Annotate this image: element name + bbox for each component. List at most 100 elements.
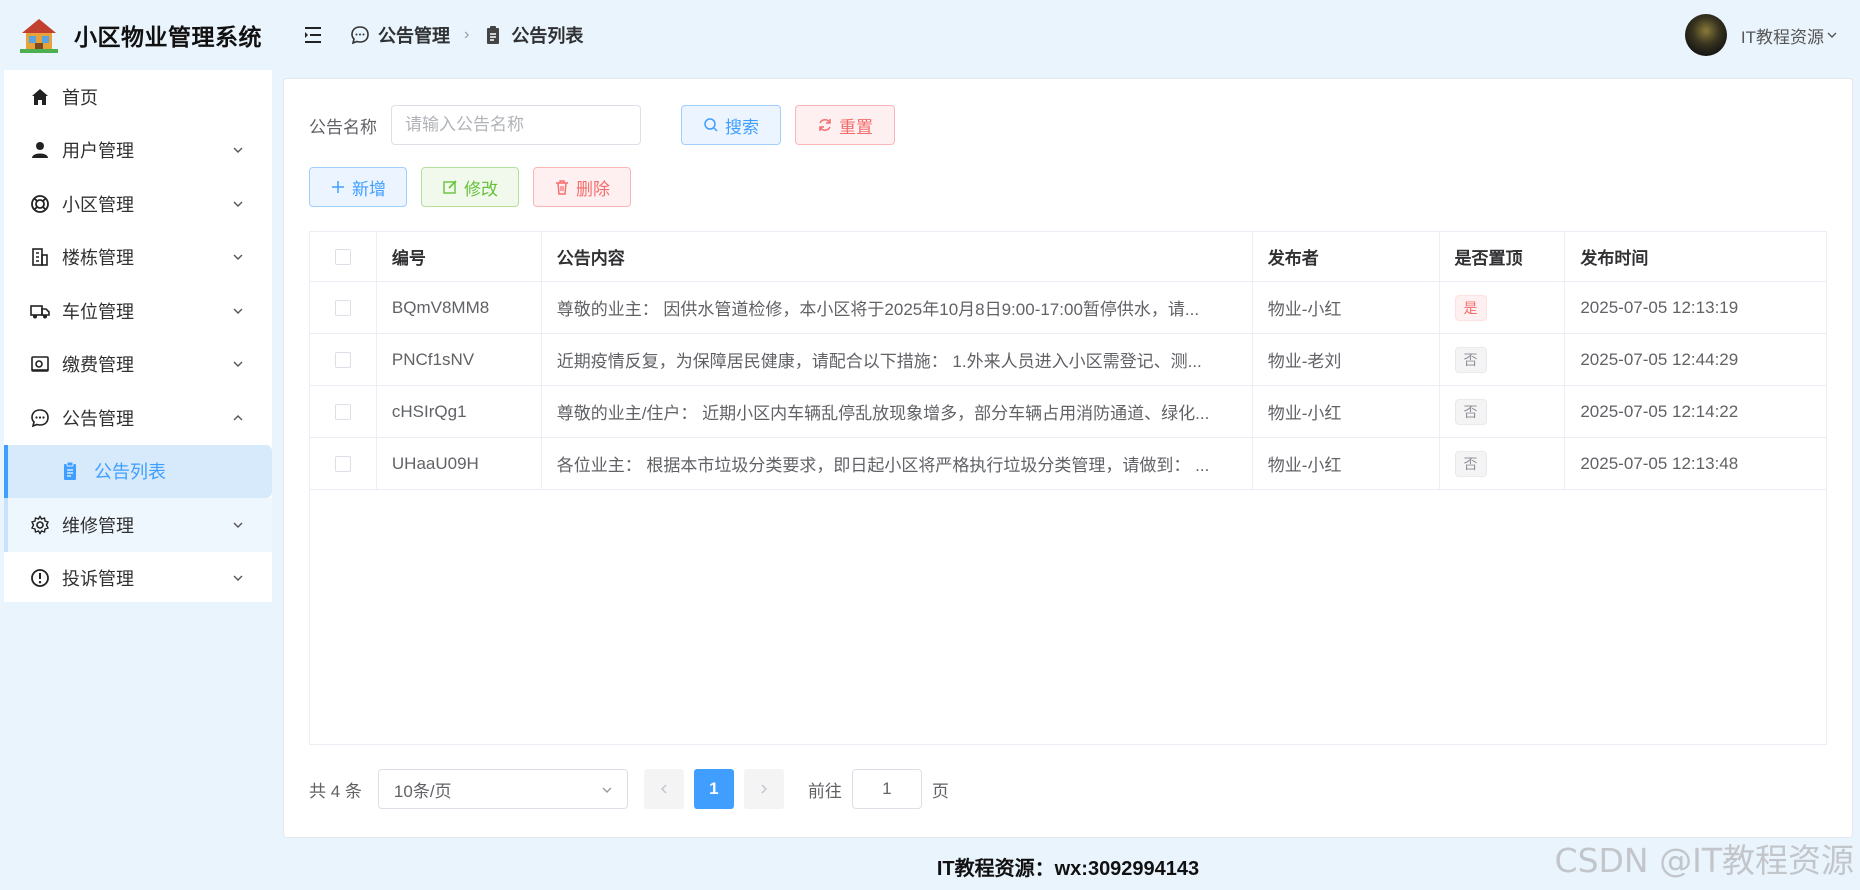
chevron-left-icon <box>660 784 667 794</box>
edit-button-label: 修改 <box>464 179 498 199</box>
sidebar-item-building[interactable]: 楼栋管理 <box>4 231 272 285</box>
sidebar-item-notice-list[interactable]: 公告列表 <box>4 444 272 498</box>
sidebar-menu: 首页 用户管理 小区管理 楼栋管理 车位管理 缴费管理 公告管理 公告列表 维修… <box>4 70 272 602</box>
search-button[interactable]: 搜索 <box>681 105 781 145</box>
reset-button[interactable]: 重置 <box>795 105 895 145</box>
row-select-cell <box>310 438 377 489</box>
chevron-down-icon <box>233 575 243 582</box>
cell-content: 尊敬的业主： 因供水管道检修，本小区将于2025年10月8日9:00-17:00… <box>542 282 1253 333</box>
cell-time: 2025-07-05 12:14:22 <box>1580 401 1739 421</box>
top-header: 公告管理 › 公告列表 IT教程资源 <box>276 0 1860 70</box>
user-name[interactable]: IT教程资源 <box>1741 23 1824 48</box>
sidebar-item-notice[interactable]: 公告管理 <box>4 391 272 445</box>
breadcrumb-item[interactable]: 公告管理 <box>378 22 450 48</box>
main-card: 公告名称 搜索 重置 新增 修改 删除 编号 公告内容 发布者 <box>283 78 1853 838</box>
sidebar-item-label: 缴费管理 <box>62 355 134 376</box>
table-row[interactable]: PNCf1sNV 近期疫情反复，为保障居民健康，请配合以下措施： 1.外来人员进… <box>310 334 1826 386</box>
chevron-down-icon <box>233 361 243 368</box>
sidebar-item-label: 投诉管理 <box>62 569 134 590</box>
table-row[interactable]: UHaaU09H 各位业主： 根据本市垃圾分类要求，即日起小区将严格执行垃圾分类… <box>310 438 1826 490</box>
house-logo-icon <box>20 19 58 53</box>
chevron-up-icon <box>233 414 243 421</box>
user-menu[interactable]: IT教程资源 <box>1684 14 1838 56</box>
cell-time: 2025-07-05 12:13:19 <box>1580 297 1739 317</box>
cell-pinned: 否 <box>1440 386 1566 437</box>
cell-content-text: 各位业主： 根据本市垃圾分类要求，即日起小区将严格执行垃圾分类管理，请做到： .… <box>556 456 1210 475</box>
clipboard-icon <box>58 459 82 483</box>
trash-icon <box>556 180 568 195</box>
sidebar-item-payment[interactable]: 缴费管理 <box>4 338 272 392</box>
clipboard-icon <box>487 26 500 44</box>
edit-button[interactable]: 修改 <box>421 167 519 207</box>
sidebar-item-label: 车位管理 <box>62 301 134 322</box>
sidebar: 小区物业管理系统 首页 用户管理 小区管理 楼栋管理 车位管理 缴费管理 公告管… <box>0 0 276 890</box>
sidebar-item-label: 小区管理 <box>62 194 134 215</box>
chevron-down-icon <box>1827 32 1837 38</box>
row-checkbox[interactable] <box>334 351 351 368</box>
sidebar-item-label: 公告列表 <box>94 462 166 483</box>
goto-page-input[interactable] <box>851 769 922 809</box>
cell-publisher: 物业-小红 <box>1253 386 1440 437</box>
breadcrumb-separator: › <box>464 26 470 43</box>
add-button-label: 新增 <box>352 179 386 199</box>
page-size-select[interactable]: 10条/页 <box>377 769 628 809</box>
chat-icon <box>351 26 369 45</box>
row-select-cell <box>310 282 377 333</box>
cell-id: cHSIrQg1 <box>377 386 542 437</box>
delete-button-label: 删除 <box>576 179 610 199</box>
row-checkbox[interactable] <box>334 299 351 316</box>
column-header: 编号 <box>377 232 542 281</box>
watermark: CSDN @IT教程资源 <box>1554 841 1854 880</box>
select-all-checkbox[interactable] <box>334 248 351 265</box>
cell-content-text: 尊敬的业主： 因供水管道检修，本小区将于2025年10月8日9:00-17:00… <box>556 300 1200 319</box>
cell-publisher: 物业-小红 <box>1253 282 1440 333</box>
edit-icon <box>443 180 457 194</box>
breadcrumb-item: 公告列表 <box>511 26 584 46</box>
table-row[interactable]: cHSIrQg1 尊敬的业主/住户： 近期小区内车辆乱停乱放现象增多，部分车辆占… <box>310 386 1826 438</box>
sidebar-item-label: 用户管理 <box>62 141 134 162</box>
column-header: 发布者 <box>1253 232 1440 281</box>
truck-icon <box>28 299 52 323</box>
search-label: 公告名称 <box>309 117 377 137</box>
sidebar-item-parking[interactable]: 车位管理 <box>4 284 272 338</box>
chevron-down-icon <box>233 254 243 261</box>
chevron-right-icon <box>761 784 767 794</box>
notice-name-input[interactable] <box>391 105 641 145</box>
search-icon <box>704 118 718 132</box>
wallet-icon <box>28 352 52 376</box>
cell-id: BQmV8MM8 <box>377 282 542 333</box>
sidebar-item-complaint[interactable]: 投诉管理 <box>4 552 272 606</box>
pinned-tag: 否 <box>1454 398 1487 425</box>
avatar[interactable] <box>1684 14 1727 56</box>
cell-time: 2025-07-05 12:13:48 <box>1580 453 1739 473</box>
sidebar-item-home[interactable]: 首页 <box>4 70 272 124</box>
page-number-current[interactable]: 1 <box>693 769 734 809</box>
sidebar-item-community[interactable]: 小区管理 <box>4 177 272 231</box>
row-checkbox[interactable] <box>334 403 351 420</box>
table-header-row: 编号 公告内容 发布者 是否置顶 发布时间 <box>310 232 1826 282</box>
pinned-tag: 否 <box>1454 346 1487 373</box>
delete-button[interactable]: 删除 <box>533 167 631 207</box>
sidebar-item-label: 楼栋管理 <box>62 248 134 269</box>
next-page-button[interactable] <box>743 769 784 809</box>
table-row[interactable]: BQmV8MM8 尊敬的业主： 因供水管道检修，本小区将于2025年10月8日9… <box>310 282 1826 334</box>
row-checkbox[interactable] <box>334 455 351 472</box>
cell-content-text: 尊敬的业主/住户： 近期小区内车辆乱停乱放现象增多，部分车辆占用消防通道、绿化.… <box>556 404 1210 423</box>
cell-publisher: 物业-小红 <box>1253 438 1440 489</box>
pinned-tag: 否 <box>1454 450 1487 477</box>
row-select-cell <box>310 334 377 385</box>
row-select-cell <box>310 386 377 437</box>
user-icon <box>28 138 52 162</box>
sidebar-item-repair[interactable]: 维修管理 <box>4 498 272 552</box>
app-title: 小区物业管理系统 <box>74 24 262 50</box>
cell-content-text: 近期疫情反复，为保障居民健康，请配合以下措施： 1.外来人员进入小区需登记、测.… <box>556 352 1202 371</box>
add-button[interactable]: 新增 <box>309 167 407 207</box>
gear-icon <box>28 513 52 537</box>
menu-fold-icon[interactable] <box>302 24 324 46</box>
prev-page-button[interactable] <box>643 769 684 809</box>
lifebuoy-icon <box>28 192 52 216</box>
sidebar-item-users[interactable]: 用户管理 <box>4 124 272 178</box>
breadcrumb: 公告管理 › 公告列表 <box>350 22 583 48</box>
chevron-down-icon <box>233 147 243 154</box>
cell-content: 近期疫情反复，为保障居民健康，请配合以下措施： 1.外来人员进入小区需登记、测.… <box>542 334 1253 385</box>
